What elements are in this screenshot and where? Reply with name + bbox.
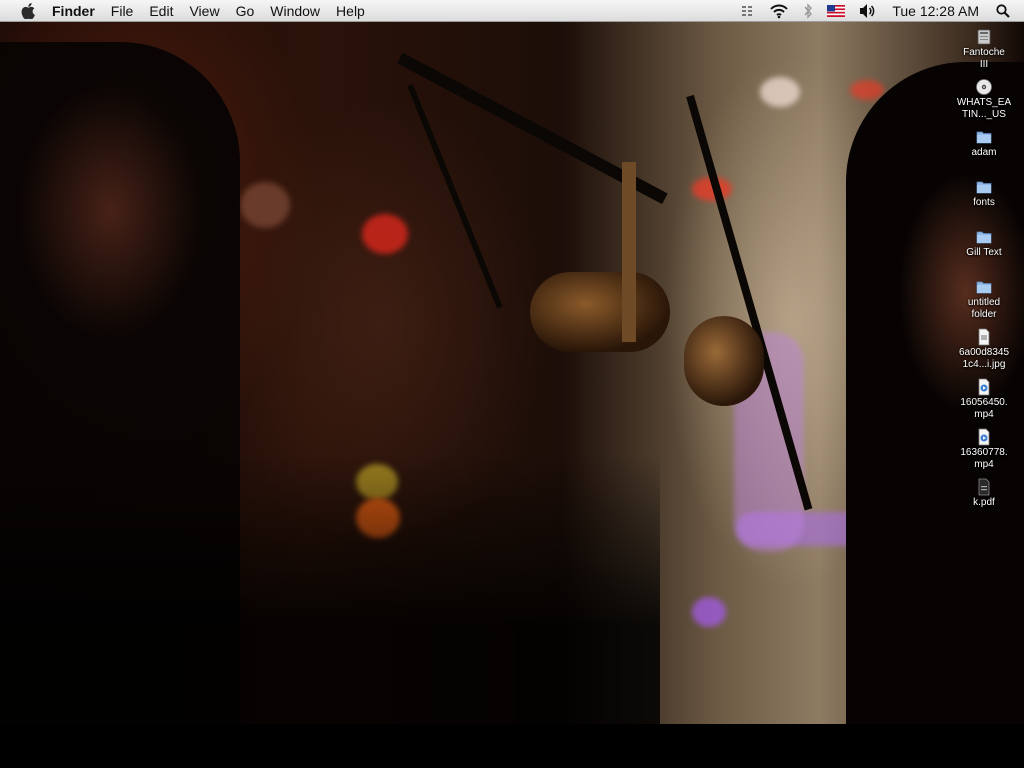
desktop-icon-label: 6a00d8345 1c4...i.jpg xyxy=(958,347,1010,370)
folder-icon xyxy=(975,128,993,146)
video-file-icon xyxy=(975,428,993,446)
folder-icon xyxy=(975,228,993,246)
apple-menu-icon[interactable] xyxy=(18,1,38,21)
desktop-icon-folder-untitled[interactable]: untitled folder xyxy=(944,278,1024,321)
desktop-icon-label: untitled folder xyxy=(967,297,1001,320)
desktop-icon-label: 16056450. mp4 xyxy=(960,397,1008,420)
wallpaper-bokeh-light xyxy=(850,80,884,100)
desktop-icon-disc[interactable]: WHATS_EA TIN..._US xyxy=(944,78,1024,121)
desktop-icon-label: fonts xyxy=(973,197,995,208)
desktop-icon-pdf[interactable]: k.pdf xyxy=(944,478,1024,509)
hard-drive-icon xyxy=(975,28,993,46)
wallpaper-bokeh-light xyxy=(240,182,290,228)
menu-view[interactable]: View xyxy=(181,0,227,22)
desktop-icon-drive[interactable]: Fantoche III xyxy=(944,28,1024,71)
desktop: Finder File Edit View Go Window Help Tue… xyxy=(0,0,1024,768)
wallpaper-bokeh-light xyxy=(362,214,408,254)
folder-icon xyxy=(975,278,993,296)
bluetooth-icon[interactable] xyxy=(796,0,820,22)
wallpaper-mic-cable xyxy=(407,83,503,309)
wallpaper-microphone xyxy=(530,272,670,352)
menu-bar: Finder File Edit View Go Window Help Tue… xyxy=(0,0,1024,22)
wallpaper-bokeh-light xyxy=(760,77,800,107)
wifi-icon[interactable] xyxy=(762,0,796,22)
desktop-wallpaper xyxy=(0,22,1024,768)
menu-edit[interactable]: Edit xyxy=(141,0,181,22)
desktop-icon-mp4-2[interactable]: 16360778. mp4 xyxy=(944,428,1024,471)
us-flag-icon[interactable] xyxy=(820,0,852,22)
desktop-icon-label: adam xyxy=(971,147,997,158)
wallpaper-dark-area xyxy=(0,452,660,742)
folder-icon xyxy=(975,178,993,196)
desktop-icon-label: WHATS_EA TIN..._US xyxy=(956,97,1012,120)
desktop-icon-label: k.pdf xyxy=(973,497,995,508)
menu-window[interactable]: Window xyxy=(262,0,328,22)
pdf-file-icon xyxy=(975,478,993,496)
volume-icon[interactable] xyxy=(852,0,884,22)
menu-app-finder[interactable]: Finder xyxy=(44,0,103,22)
desktop-icon-folder-fonts[interactable]: fonts xyxy=(944,178,1024,209)
wallpaper-bottom-shadow xyxy=(0,724,1024,768)
desktop-icon-folder-adam[interactable]: adam xyxy=(944,128,1024,159)
wallpaper-bokeh-light xyxy=(692,597,726,627)
desktop-icon-label: Fantoche III xyxy=(963,47,1005,70)
image-file-icon xyxy=(975,328,993,346)
desktop-icon-jpg[interactable]: 6a00d8345 1c4...i.jpg xyxy=(944,328,1024,371)
wallpaper-microphone-head xyxy=(684,316,764,406)
desktop-icon-label: Gill Text xyxy=(966,247,1002,258)
status-area: Tue 12:28 AM xyxy=(734,0,1024,22)
menu-file[interactable]: File xyxy=(103,0,142,22)
spotlight-search-icon[interactable] xyxy=(988,0,1024,22)
menu-go[interactable]: Go xyxy=(228,0,263,22)
spotlight-grid-icon[interactable] xyxy=(734,0,762,22)
video-file-icon xyxy=(975,378,993,396)
wallpaper-mic-stand xyxy=(622,162,636,342)
desktop-icon-folder-gill-text[interactable]: Gill Text xyxy=(944,228,1024,259)
desktop-icon-label: 16360778. mp4 xyxy=(960,447,1008,470)
desktop-icon-mp4-1[interactable]: 16056450. mp4 xyxy=(944,378,1024,421)
menu-help[interactable]: Help xyxy=(328,0,373,22)
menu-clock[interactable]: Tue 12:28 AM xyxy=(884,0,988,22)
disc-icon xyxy=(975,78,993,96)
